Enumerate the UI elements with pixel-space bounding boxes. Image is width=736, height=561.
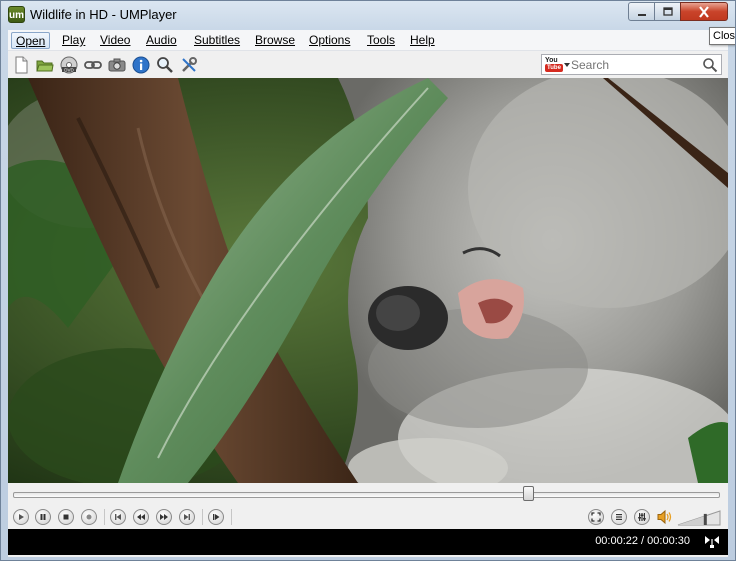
umplayer-logo-icon[interactable]: um (8, 6, 25, 23)
maximize-icon (662, 7, 673, 16)
close-button[interactable] (680, 2, 728, 21)
controls-separator (104, 509, 105, 525)
menu-subtitles[interactable]: Subtitles (190, 32, 244, 49)
find-subtitles-icon[interactable] (156, 56, 174, 74)
maximize-button[interactable] (654, 2, 681, 21)
video-frame[interactable] (8, 78, 728, 483)
search-icon[interactable] (702, 57, 718, 73)
volume-handle[interactable] (703, 513, 707, 525)
menu-audio[interactable]: Audio (142, 32, 181, 49)
tools-icon[interactable] (180, 56, 198, 74)
rewind-icon (137, 514, 145, 520)
fullscreen-icon (591, 512, 601, 522)
frame-step-button[interactable] (81, 509, 97, 525)
menu-play[interactable]: Play (58, 32, 89, 49)
rewind-button[interactable] (133, 509, 149, 525)
seek-handle[interactable] (523, 486, 535, 501)
close-icon (699, 6, 709, 18)
umplayer-window: um Wildlife in HD - UMPlayer Close Open … (0, 0, 736, 561)
pause-button[interactable] (35, 509, 51, 525)
menu-video[interactable]: Video (96, 32, 134, 49)
open-folder-icon[interactable] (36, 56, 54, 74)
menu-bar: Open Play Video Audio Subtitles Browse O… (8, 30, 728, 51)
controls-separator (202, 509, 203, 525)
seek-bar[interactable] (8, 483, 728, 505)
equalizer-icon (638, 513, 646, 521)
youtube-logo-you: You (545, 57, 558, 64)
player-client-area: Open Play Video Audio Subtitles Browse O… (8, 30, 728, 557)
forward-button[interactable] (156, 509, 172, 525)
next-button[interactable] (179, 509, 195, 525)
youtube-search-box[interactable]: You Tube (541, 54, 722, 75)
menu-tools[interactable]: Tools (363, 32, 399, 49)
svg-text:DVD: DVD (64, 67, 74, 72)
pause-icon (40, 514, 46, 520)
youtube-logo-tube: Tube (545, 64, 563, 72)
menu-help[interactable]: Help (406, 32, 439, 49)
dvd-icon[interactable]: DVD (60, 56, 78, 74)
search-provider-dropdown-icon[interactable] (564, 63, 570, 67)
new-file-icon[interactable] (12, 56, 30, 74)
play-icon (19, 514, 24, 520)
equalizer-button[interactable] (634, 509, 650, 525)
compact-mode-icon[interactable] (704, 535, 720, 549)
menu-browse[interactable]: Browse (251, 32, 299, 49)
seek-track[interactable] (13, 492, 720, 498)
controls-separator (231, 509, 232, 525)
forward-icon (160, 514, 168, 520)
next-icon (184, 514, 190, 520)
close-tooltip: Close (709, 27, 735, 45)
screenshot-camera-icon[interactable] (108, 56, 126, 74)
volume-level (678, 515, 706, 525)
previous-icon (115, 514, 121, 520)
status-bar: 00:00:22 / 00:00:30 (8, 529, 728, 555)
playback-controls (8, 505, 728, 529)
playlist-icon (616, 514, 622, 520)
minimize-icon (637, 14, 646, 16)
title-bar[interactable]: um Wildlife in HD - UMPlayer (1, 1, 735, 29)
previous-button[interactable] (110, 509, 126, 525)
search-input[interactable] (571, 57, 699, 72)
playlist-jump-button[interactable] (208, 509, 224, 525)
toolbar: DVD You Tube (8, 52, 728, 78)
playlist-button[interactable] (611, 509, 627, 525)
time-display: 00:00:22 / 00:00:30 (595, 535, 690, 547)
menu-options[interactable]: Options (305, 32, 354, 49)
fullscreen-button[interactable] (588, 509, 604, 525)
minimize-button[interactable] (628, 2, 655, 21)
info-icon[interactable] (132, 56, 150, 74)
youtube-logo-icon[interactable]: You Tube (545, 57, 563, 72)
volume-icon[interactable] (656, 509, 674, 525)
volume-slider[interactable] (677, 510, 721, 526)
stop-button[interactable] (58, 509, 74, 525)
menu-open[interactable]: Open (11, 32, 51, 49)
window-title: Wildlife in HD - UMPlayer (30, 7, 177, 22)
frame-step-icon (86, 514, 92, 520)
playlist-jump-icon (213, 514, 220, 520)
url-link-icon[interactable] (84, 56, 102, 74)
koala-video-image (8, 78, 728, 483)
play-button[interactable] (13, 509, 29, 525)
stop-icon (63, 514, 69, 520)
